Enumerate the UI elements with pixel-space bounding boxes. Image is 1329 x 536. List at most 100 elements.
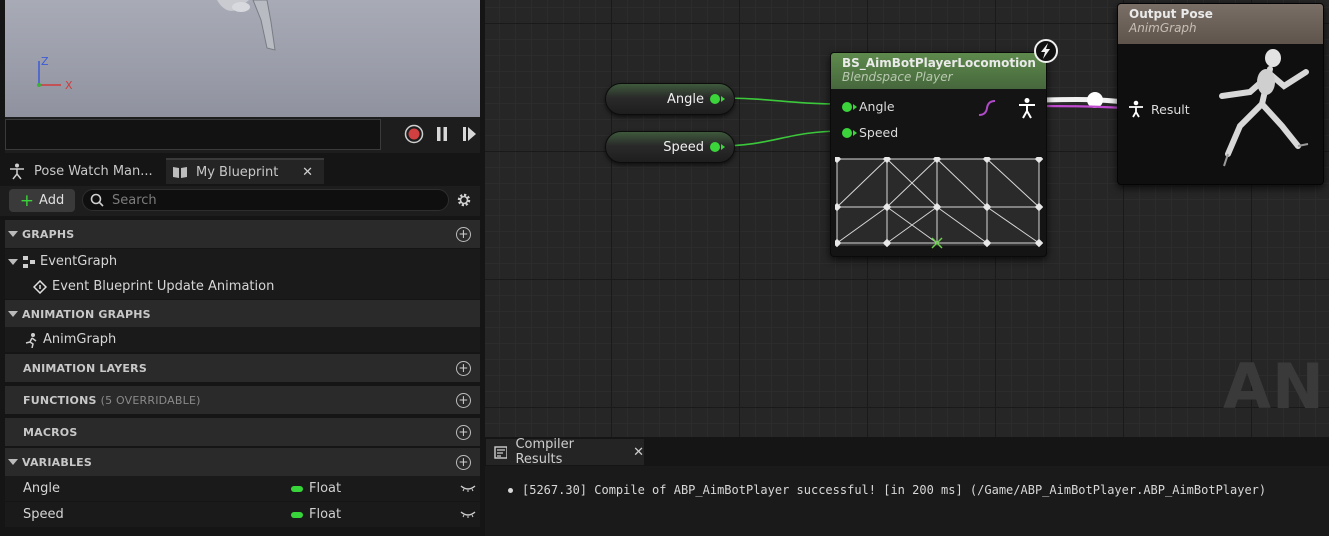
eye-closed-icon[interactable]: [460, 483, 476, 493]
mannequin-pose-preview: [1219, 49, 1309, 167]
add-layer-icon[interactable]: +: [456, 360, 471, 376]
section-animation-layers[interactable]: ANIMATION LAYERS +: [5, 354, 480, 382]
collapse-arrow-icon: [8, 459, 18, 465]
event-diamond-icon: [33, 279, 47, 294]
section-title: FUNCTIONS: [23, 393, 97, 407]
tab-compiler-results[interactable]: Compiler Results ✕: [486, 437, 644, 467]
float-output-pin[interactable]: [710, 142, 725, 152]
section-functions[interactable]: FUNCTIONS (5 OVERRIDABLE) +: [5, 386, 480, 414]
output-pose-node[interactable]: Output Pose AnimGraph Result: [1117, 3, 1324, 185]
list-item-event-graph[interactable]: EventGraph: [5, 249, 480, 274]
section-title: MACROS: [23, 425, 78, 439]
pin-label: Angle: [859, 99, 895, 114]
tab-label: My Blueprint: [196, 164, 279, 180]
pin-label: Speed: [859, 125, 899, 140]
search-input[interactable]: Search: [82, 189, 449, 211]
variable-type-label: Float: [309, 507, 342, 522]
node-label: Speed: [663, 139, 704, 155]
add-graph-icon[interactable]: +: [456, 226, 471, 242]
section-subtitle: (5 OVERRIDABLE): [100, 393, 201, 407]
add-variable-icon[interactable]: +: [456, 454, 471, 470]
float-type-icon: [291, 485, 303, 492]
input-pin-speed[interactable]: Speed: [842, 125, 898, 140]
collapse-arrow-icon: [8, 311, 18, 317]
anim-graph-label: AnimGraph: [43, 332, 117, 347]
preview-viewport[interactable]: Z X: [5, 0, 480, 117]
event-graph-label: EventGraph: [40, 254, 118, 269]
plus-icon: +: [19, 190, 35, 211]
float-input-pin[interactable]: [842, 127, 857, 138]
pose-output-pin-icon[interactable]: [1017, 97, 1037, 119]
anim-graph-canvas[interactable]: ANIM Angle Speed BS_AimBotPlayerLocomoti…: [485, 0, 1329, 437]
search-icon: [90, 193, 104, 207]
variable-node-speed[interactable]: Speed: [605, 131, 735, 163]
variable-type-label: Float: [309, 481, 342, 496]
node-header: BS_AimBotPlayerLocomotion Blendspace Pla…: [831, 53, 1046, 89]
search-placeholder: Search: [112, 192, 157, 208]
node-subtitle: Blendspace Player: [842, 70, 953, 84]
close-icon[interactable]: ✕: [633, 445, 644, 460]
variable-row-speed[interactable]: Speed Float: [5, 502, 480, 527]
axis-z-label: Z: [41, 55, 49, 68]
variable-node-angle[interactable]: Angle: [605, 83, 735, 115]
float-type-icon: [291, 511, 303, 518]
settings-button[interactable]: [455, 191, 473, 213]
tab-label: Compiler Results: [515, 437, 574, 467]
step-forward-button[interactable]: [458, 123, 480, 145]
blendspace-grid-preview: [835, 157, 1043, 249]
collapse-arrow-icon: [8, 231, 18, 237]
record-button[interactable]: [403, 123, 425, 145]
node-title: Output Pose: [1129, 7, 1213, 21]
variable-type[interactable]: Float: [291, 507, 341, 522]
pause-icon: [437, 127, 447, 141]
event-graph-icon: [23, 255, 35, 268]
close-icon[interactable]: ✕: [302, 165, 313, 180]
blendspace-player-node[interactable]: BS_AimBotPlayerLocomotion Blendspace Pla…: [830, 52, 1047, 257]
add-button[interactable]: + Add: [9, 189, 75, 212]
timeline-scrubber[interactable]: [5, 119, 381, 150]
section-macros[interactable]: MACROS +: [5, 418, 480, 446]
record-icon: [404, 124, 424, 144]
section-animation-graphs[interactable]: ANIMATION GRAPHS: [5, 300, 480, 328]
add-function-icon[interactable]: +: [456, 392, 471, 408]
section-title: GRAPHS: [22, 227, 75, 241]
pause-button[interactable]: [431, 123, 453, 145]
node-header: Output Pose AnimGraph: [1118, 4, 1323, 44]
section-variables[interactable]: VARIABLES +: [5, 448, 480, 476]
node-title: BS_AimBotPlayerLocomotion: [842, 56, 1036, 70]
tab-pose-watch-manager[interactable]: Pose Watch Man...: [4, 158, 162, 184]
pose-watch-icon: [10, 163, 24, 180]
fast-path-lightning-icon: [1034, 39, 1058, 63]
input-pin-angle[interactable]: Angle: [842, 99, 895, 114]
variable-row-angle[interactable]: Angle Float: [5, 476, 480, 501]
add-button-label: Add: [39, 193, 65, 208]
collapse-arrow-icon: [8, 258, 18, 265]
tab-my-blueprint[interactable]: My Blueprint ✕: [166, 158, 324, 184]
section-title: ANIMATION GRAPHS: [22, 307, 151, 321]
tab-label: Pose Watch Man...: [34, 163, 153, 179]
pose-input-pin-icon[interactable]: [1128, 100, 1144, 118]
step-forward-icon: [463, 127, 476, 141]
book-icon: [173, 167, 187, 178]
float-input-pin[interactable]: [842, 101, 857, 112]
eye-closed-icon[interactable]: [460, 509, 476, 519]
list-item-anim-graph[interactable]: AnimGraph: [5, 327, 480, 352]
compiler-message-text: [5267.30] Compile of ABP_AimBotPlayer su…: [522, 483, 1267, 497]
node-subtitle: AnimGraph: [1129, 21, 1197, 35]
running-man-icon: [25, 332, 37, 348]
node-label: Angle: [667, 91, 704, 107]
list-item-event-update-animation[interactable]: Event Blueprint Update Animation: [5, 274, 480, 299]
curve-icon: [978, 100, 996, 116]
event-update-label: Event Blueprint Update Animation: [52, 279, 275, 294]
compiler-icon: [494, 446, 508, 459]
compiler-results-body: [485, 466, 1329, 536]
float-output-pin[interactable]: [710, 94, 725, 104]
add-macro-icon[interactable]: +: [456, 424, 471, 440]
variable-name: Angle: [23, 481, 60, 496]
section-graphs[interactable]: GRAPHS +: [5, 220, 480, 248]
result-pin[interactable]: Result: [1128, 100, 1190, 118]
variable-type[interactable]: Float: [291, 481, 341, 496]
compiler-message[interactable]: [5267.30] Compile of ABP_AimBotPlayer su…: [508, 483, 1266, 497]
axis-x-label: X: [65, 79, 73, 92]
bullet-icon: [508, 487, 513, 493]
